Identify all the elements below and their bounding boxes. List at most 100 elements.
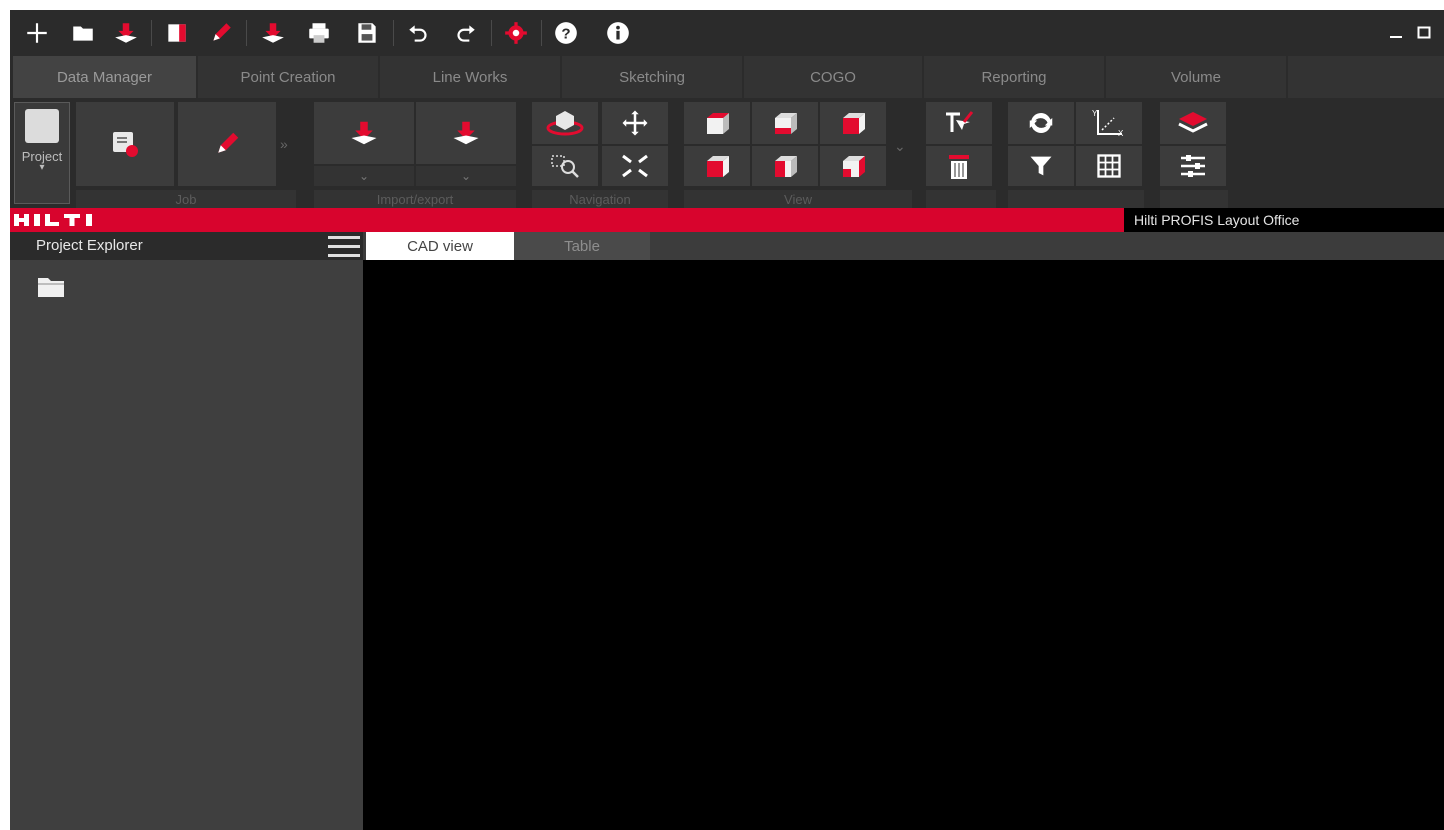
tab-cogo[interactable]: COGO — [744, 56, 922, 98]
filter-button[interactable] — [1008, 146, 1074, 186]
group-label-navigation: Navigation — [532, 190, 668, 208]
ribbon-tabs: Data Manager Point Creation Line Works S… — [10, 56, 1444, 98]
import-icon[interactable] — [258, 18, 288, 48]
zoom-window-button[interactable] — [532, 146, 598, 186]
svg-text:X: X — [1118, 129, 1124, 138]
tab-reporting[interactable]: Reporting — [924, 56, 1104, 98]
view-tabs: CAD view Table — [363, 232, 1444, 260]
view-back-button[interactable] — [752, 146, 818, 186]
refresh-button[interactable] — [1008, 102, 1074, 144]
project-icon — [25, 109, 59, 143]
tab-cad-view[interactable]: CAD view — [366, 232, 514, 260]
grid-button[interactable] — [1076, 146, 1142, 186]
project-explorer-header: Project Explorer — [10, 232, 363, 260]
cube-right-icon — [843, 156, 865, 177]
select-button[interactable] — [926, 102, 992, 144]
cube-top-icon — [707, 113, 729, 134]
redo-icon[interactable] — [450, 18, 480, 48]
filter-icon — [1030, 156, 1052, 176]
chevron-down-icon[interactable]: ⌄ — [314, 166, 414, 186]
zoom-extents-icon — [622, 154, 648, 178]
tab-empty — [1288, 56, 1444, 98]
pan-button[interactable] — [602, 102, 668, 144]
move-icon — [622, 110, 648, 136]
group-label-tools — [1008, 190, 1144, 208]
cube-bottom-icon — [775, 113, 797, 134]
zoom-extents-button[interactable] — [602, 146, 668, 186]
pencil-icon[interactable] — [206, 18, 236, 48]
view-front-button[interactable] — [820, 102, 886, 144]
job-properties-icon — [113, 132, 138, 157]
chevron-right-icon[interactable]: » — [280, 136, 288, 152]
group-label-job: Job — [76, 190, 296, 208]
select-icon — [946, 111, 974, 132]
folder-icon[interactable] — [68, 18, 98, 48]
project-explorer-panel — [10, 260, 363, 830]
pencil-icon — [218, 132, 239, 153]
view-left-button[interactable] — [684, 146, 750, 186]
group-label-layers — [1160, 190, 1228, 208]
group-label-edit — [926, 190, 996, 208]
orbit-icon — [546, 111, 584, 136]
refresh-icon — [1029, 113, 1053, 133]
product-name: Hilti PROFIS Layout Office — [1124, 208, 1444, 232]
quick-access-toolbar: ? — [10, 10, 1444, 56]
plus-icon[interactable] — [22, 18, 52, 48]
import-icon[interactable] — [111, 18, 141, 48]
tab-volume[interactable]: Volume — [1106, 56, 1286, 98]
undo-icon[interactable] — [404, 18, 434, 48]
edit-job-button[interactable] — [178, 102, 276, 186]
zoom-window-icon — [551, 155, 579, 178]
trash-icon — [949, 155, 969, 179]
delete-button[interactable] — [926, 146, 992, 186]
chevron-down-icon: ▾ — [39, 162, 45, 173]
axes-icon: YX — [1092, 109, 1124, 138]
orbit-button[interactable] — [532, 102, 598, 144]
tab-line-works[interactable]: Line Works — [380, 56, 560, 98]
layers-button[interactable] — [1160, 102, 1226, 144]
tab-table[interactable]: Table — [514, 232, 650, 260]
print-icon[interactable] — [304, 18, 334, 48]
tab-data-manager[interactable]: Data Manager — [13, 56, 196, 98]
hilti-logo — [14, 214, 92, 226]
folder-icon[interactable] — [36, 274, 66, 300]
import-icon — [351, 121, 377, 145]
chevron-down-icon[interactable]: ⌄ — [894, 138, 906, 155]
coordinate-system-button[interactable]: YX — [1076, 102, 1142, 144]
settings-sliders-button[interactable] — [1160, 146, 1226, 186]
view-right-button[interactable] — [820, 146, 886, 186]
menu-icon[interactable] — [328, 235, 360, 259]
svg-text:?: ? — [561, 25, 570, 42]
cad-canvas[interactable] — [363, 260, 1444, 830]
info-icon[interactable] — [603, 18, 633, 48]
job-properties-button[interactable] — [76, 102, 174, 186]
ribbon: Project ▾ Job » ⌄ ⌄ Import/export Naviga… — [10, 98, 1444, 208]
svg-text:Y: Y — [1092, 109, 1098, 118]
brand-bar: Hilti PROFIS Layout Office — [10, 208, 1444, 232]
view-bottom-button[interactable] — [752, 102, 818, 144]
project-button[interactable]: Project ▾ — [14, 102, 70, 204]
cube-front-icon — [843, 113, 865, 134]
import-button[interactable] — [314, 102, 414, 164]
view-top-button[interactable] — [684, 102, 750, 144]
group-label-import-export: Import/export — [314, 190, 516, 208]
cube-back-icon — [775, 156, 797, 177]
minimize-icon[interactable] — [1385, 20, 1407, 44]
save-icon[interactable] — [352, 18, 382, 48]
sliders-icon — [1181, 155, 1205, 177]
project-explorer-title: Project Explorer — [36, 237, 143, 254]
maximize-icon[interactable] — [1413, 20, 1435, 44]
export-icon — [453, 121, 479, 145]
grid-icon — [1097, 154, 1121, 178]
tab-point-creation[interactable]: Point Creation — [198, 56, 378, 98]
cube-left-icon — [707, 156, 729, 177]
gear-icon[interactable] — [501, 18, 531, 48]
group-label-view: View — [684, 190, 912, 208]
export-button[interactable] — [416, 102, 516, 164]
app-window: ? Data Manager Point Creation Line Works… — [10, 10, 1444, 830]
chevron-down-icon[interactable]: ⌄ — [416, 166, 516, 186]
layers-icon — [1178, 112, 1208, 133]
tab-sketching[interactable]: Sketching — [562, 56, 742, 98]
help-icon[interactable]: ? — [551, 18, 581, 48]
stop-icon[interactable] — [162, 18, 192, 48]
